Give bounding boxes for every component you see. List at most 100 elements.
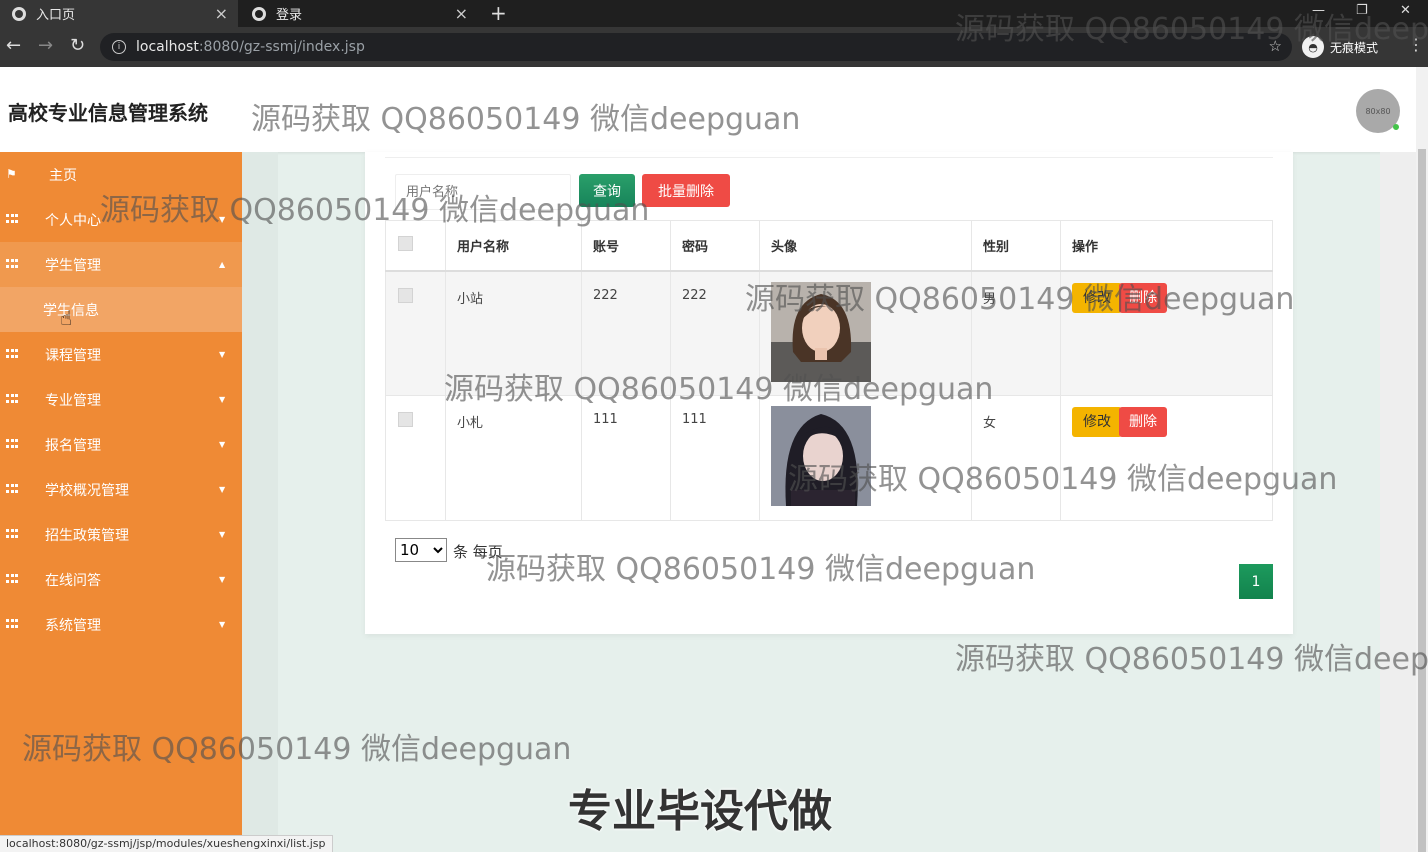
scrollbar-thumb[interactable] [1418,149,1426,852]
browser-tab-login[interactable]: 登录 × [240,0,478,27]
url-field[interactable]: i localhost:8080/gz-ssmj/index.jsp ☆ [100,33,1292,61]
sidebar-item-label: 招生政策管理 [45,527,129,544]
caret-down-icon: ▼ [219,350,226,359]
url-path: :8080/gz-ssmj/index.jsp [198,39,365,55]
row-checkbox[interactable] [398,287,413,303]
browser-tab-home[interactable]: 入口页 × [0,0,238,27]
grid-icon [6,439,20,450]
caret-down-icon: ▼ [219,620,226,629]
sidebar-item-home[interactable]: ⚑ 主页 [0,152,242,197]
caret-up-icon: ▲ [219,260,226,269]
bookmark-star-icon[interactable]: ☆ [1269,37,1282,55]
page-1-button[interactable]: 1 [1239,564,1273,599]
back-icon[interactable]: ← [6,35,21,56]
sidebar-item-major-management[interactable]: 专业管理 ▼ [0,377,242,422]
grid-icon [6,259,20,270]
cell-username: 小札 [445,395,582,521]
caret-down-icon: ▼ [219,575,226,584]
caret-down-icon: ▼ [219,440,226,449]
cell-password: 111 [670,395,760,521]
column-header: 账号 [581,220,671,271]
username-search-input[interactable] [395,174,571,210]
cell-gender: 男 [971,270,1061,396]
sidebar-item-enrollment-management[interactable]: 报名管理 ▼ [0,422,242,467]
student-table: 用户名称 账号 密码 头像 性别 操作 小站 222 222 男 修改 删除 小… [385,220,1273,521]
batch-delete-button[interactable]: 批量删除 [642,174,730,207]
divider [385,157,1273,158]
url-host: localhost [136,39,199,55]
edit-button[interactable]: 修改 [1072,407,1122,437]
cell-avatar [759,395,972,521]
sidebar-item-school-overview[interactable]: 学校概况管理 ▼ [0,467,242,512]
page-size-label: 条 每页 [453,543,503,561]
cell-avatar [759,270,972,396]
close-tab-icon[interactable]: × [215,4,228,23]
tab-title: 登录 [276,8,303,23]
browser-tab-strip: 入口页 × 登录 × + — ❐ ✕ [0,0,1428,27]
site-info-icon[interactable]: i [112,40,126,54]
grid-icon [6,529,20,540]
sidebar-item-label: 专业管理 [45,392,101,409]
sidebar-item-course-management[interactable]: 课程管理 ▼ [0,332,242,377]
promo-watermark: 专业毕设代做 [568,786,832,837]
page-header: 高校专业信息管理系统 80x80 [0,67,1416,152]
window-close-icon[interactable]: ✕ [1400,3,1411,18]
delete-button[interactable]: 删除 [1119,407,1167,437]
cell-actions: 修改 删除 [1060,395,1273,521]
edit-button[interactable]: 修改 [1072,282,1122,313]
caret-down-icon: ▼ [219,485,226,494]
flag-icon: ⚑ [6,167,17,181]
caret-down-icon: ▼ [219,530,226,539]
close-tab-icon[interactable]: × [455,4,468,23]
browser-menu-icon[interactable]: ⋮ [1408,35,1424,54]
cell-account: 111 [581,395,671,521]
app-title: 高校专业信息管理系统 [8,101,208,125]
delete-button[interactable]: 删除 [1119,282,1167,313]
select-all-checkbox[interactable] [398,235,413,251]
table-row: 小札 111 111 女 修改 删除 [385,395,1273,521]
row-select-cell [385,270,446,396]
sidebar-item-student-management[interactable]: 学生管理 ▲ [0,242,242,287]
column-header: 密码 [670,220,760,271]
page-size-select[interactable]: 10 [395,538,447,562]
content-gutter [242,152,278,852]
browser-status-url: localhost:8080/gz-ssmj/jsp/modules/xuesh… [0,835,333,852]
sidebar-item-personal-center[interactable]: 个人中心 ▼ [0,197,242,242]
address-bar-row: ← → ↻ i localhost:8080/gz-ssmj/index.jsp… [0,27,1428,67]
student-avatar-photo [771,406,871,506]
watermark-text: 源码获取 QQ86050149 微信deepguan [955,642,1428,677]
grid-icon [6,619,20,630]
new-tab-icon[interactable]: + [490,1,507,25]
sidebar-subitem-student-info[interactable]: 学生信息 [0,287,242,332]
sidebar-item-admission-policy[interactable]: 招生政策管理 ▼ [0,512,242,557]
row-select-cell [385,395,446,521]
sidebar-item-online-qa[interactable]: 在线问答 ▼ [0,557,242,602]
sidebar-item-label: 个人中心 [45,212,101,229]
restore-icon[interactable]: ❐ [1356,3,1368,18]
grid-icon [6,214,20,225]
incognito-indicator[interactable]: ◓ 无痕模式 [1302,35,1378,59]
sidebar-item-label: 课程管理 [45,347,101,364]
incognito-icon: ◓ [1302,36,1324,58]
page-scrollbar[interactable] [1416,67,1428,852]
caret-down-icon: ▼ [219,215,226,224]
reload-icon[interactable]: ↻ [70,35,85,56]
sidebar-item-label: 系统管理 [45,617,101,634]
cell-password: 222 [670,270,760,396]
select-all-header [385,220,446,271]
content-right-gutter [1380,152,1416,852]
query-button[interactable]: 查询 [579,174,635,207]
grid-icon [6,484,20,495]
cell-actions: 修改 删除 [1060,270,1273,396]
forward-icon[interactable]: → [38,35,53,56]
sidebar-item-system-management[interactable]: 系统管理 ▼ [0,602,242,647]
row-checkbox[interactable] [398,412,413,427]
column-header: 头像 [759,220,972,271]
avatar[interactable]: 80x80 [1356,89,1400,133]
cell-account: 222 [581,270,671,396]
grid-icon [6,349,20,360]
minimize-icon[interactable]: — [1312,3,1325,18]
sidebar: ⚑ 主页 个人中心 ▼ 学生管理 ▲ 学生信息 课程管理 ▼ 专业管理 ▼ 报名… [0,152,242,852]
grid-icon [6,394,20,405]
sidebar-item-label: 学生管理 [45,257,101,274]
